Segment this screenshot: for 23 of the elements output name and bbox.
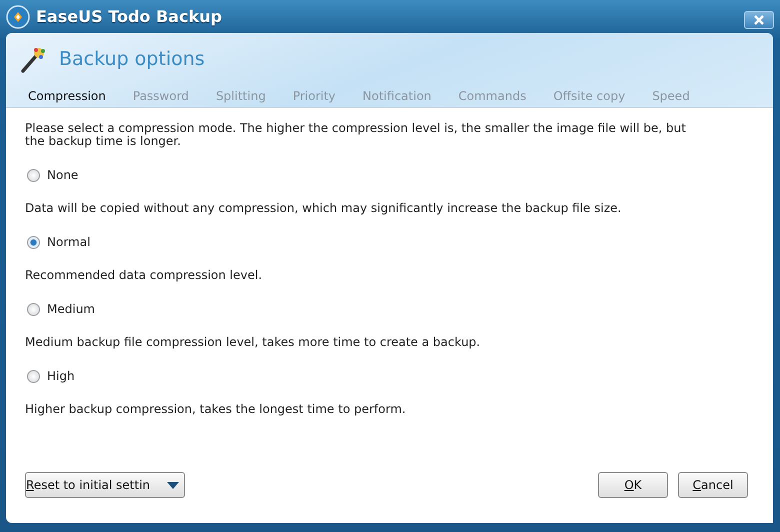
tab[interactable]: Compression: [28, 89, 106, 107]
option-description: Data will be copied without any compression, which may significantly increase the backup file size.: [25, 201, 622, 215]
instruction-text: Please select a compression mode. The higher the compression level is, the smaller the image file will be, but the backup time is longer.: [25, 122, 687, 148]
option-description: Higher backup compression, takes the longest time to perform.: [25, 402, 407, 416]
option-description: Medium backup file compression level, takes more time to create a backup.: [25, 335, 482, 349]
caret-icon: [167, 482, 179, 488]
page-heading: Backup options: [59, 48, 205, 70]
radio-button[interactable]: [27, 302, 40, 316]
app-logo-icon: [6, 4, 30, 28]
close-button[interactable]: [744, 10, 774, 28]
radio-label[interactable]: Medium: [47, 302, 95, 316]
radio-button[interactable]: [27, 236, 40, 248]
cancel-button[interactable]: Cancel: [678, 472, 748, 498]
reset-dropdown-button[interactable]: Reset to initial settin: [25, 472, 185, 498]
option-description: Recommended data compression level.: [25, 268, 264, 282]
radio-button[interactable]: [27, 168, 40, 182]
radio-button[interactable]: [27, 370, 40, 382]
ok-button[interactable]: OK: [598, 472, 668, 498]
radio-label[interactable]: High: [47, 369, 75, 383]
window-title: EaseUS Todo Backup: [36, 7, 222, 26]
radio-label[interactable]: None: [47, 168, 78, 182]
radio-label[interactable]: Normal: [47, 235, 90, 249]
close-icon: [753, 14, 765, 24]
